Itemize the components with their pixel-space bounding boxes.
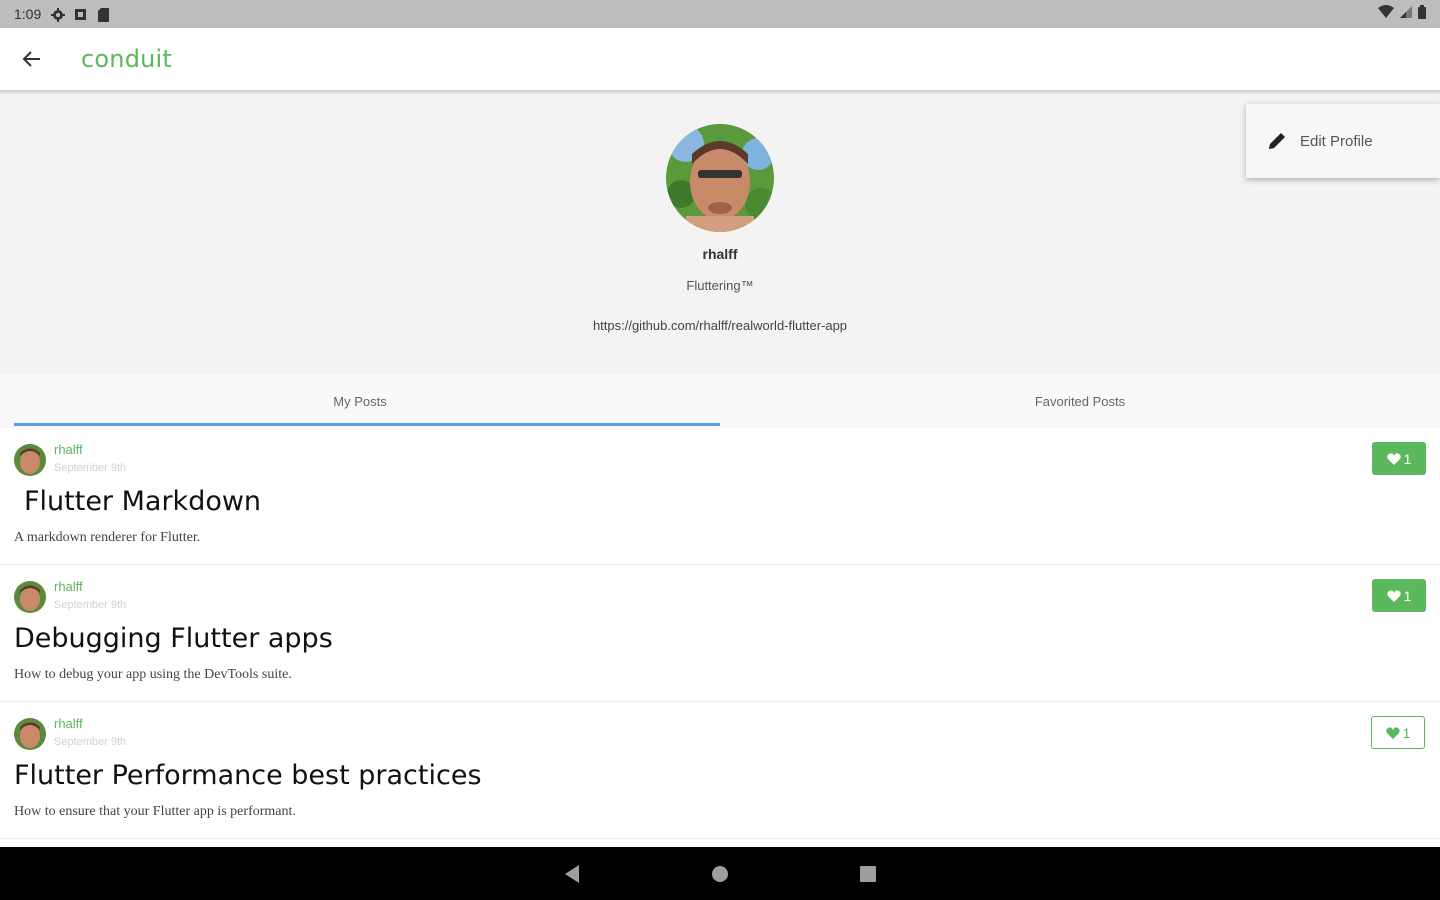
status-bar-right bbox=[1378, 4, 1426, 24]
post-title[interactable]: Debugging Flutter apps bbox=[14, 623, 333, 654]
post-card[interactable]: rhalff September 9th 1 Debugging Flutter… bbox=[0, 565, 1440, 702]
author-avatar[interactable] bbox=[14, 718, 46, 750]
app-title: conduit bbox=[81, 45, 173, 73]
heart-icon bbox=[1386, 452, 1401, 465]
post-date: September 9th bbox=[54, 736, 127, 748]
author-name[interactable]: rhalff bbox=[54, 716, 83, 731]
favorite-count: 1 bbox=[1402, 724, 1411, 741]
battery-icon bbox=[1418, 4, 1426, 24]
app-bar: conduit bbox=[0, 28, 1440, 92]
settings-gear-icon bbox=[51, 7, 66, 22]
tab-my-posts[interactable]: My Posts bbox=[0, 374, 720, 428]
favorite-button[interactable]: 1 bbox=[1372, 579, 1426, 612]
author-name[interactable]: rhalff bbox=[54, 579, 83, 594]
author-avatar[interactable] bbox=[14, 581, 46, 613]
profile-avatar bbox=[666, 124, 774, 232]
heart-icon bbox=[1385, 726, 1400, 739]
status-time: 1:09 bbox=[14, 6, 42, 22]
post-title[interactable]: Flutter Markdown bbox=[24, 486, 261, 517]
home-circle-icon bbox=[712, 865, 728, 882]
post-card[interactable]: rhalff September 9th 1 Flutter Performan… bbox=[0, 702, 1440, 839]
nav-back-button[interactable] bbox=[556, 858, 588, 890]
edit-profile-menu-item[interactable]: Edit Profile bbox=[1246, 104, 1440, 178]
system-nav-bar bbox=[0, 847, 1440, 900]
cell-signal-icon bbox=[1400, 5, 1412, 23]
tab-label: My Posts bbox=[333, 393, 387, 409]
favorite-button[interactable]: 1 bbox=[1372, 442, 1426, 475]
favorite-count: 1 bbox=[1403, 450, 1412, 467]
post-description: How to debug your app using the DevTools… bbox=[14, 667, 292, 682]
tab-label: Favorited Posts bbox=[1034, 393, 1126, 409]
post-date: September 9th bbox=[54, 462, 127, 474]
sd-card-icon bbox=[97, 7, 110, 22]
favorite-count: 1 bbox=[1403, 587, 1412, 604]
arrow-back-icon bbox=[22, 51, 40, 67]
profile-username: rhalff bbox=[702, 246, 738, 262]
profile-header: rhalff Fluttering™ https://github.com/rh… bbox=[0, 92, 1440, 374]
post-card[interactable]: rhalff September 9th 1 Flutter Markdown … bbox=[0, 428, 1440, 565]
post-date: September 9th bbox=[54, 599, 127, 611]
author-name[interactable]: rhalff bbox=[54, 442, 83, 457]
post-description: A markdown renderer for Flutter. bbox=[14, 530, 201, 545]
sim-icon bbox=[74, 8, 87, 21]
recents-square-icon bbox=[860, 865, 876, 882]
tab-favorited-posts[interactable]: Favorited Posts bbox=[720, 374, 1440, 428]
profile-bio: Fluttering™ bbox=[686, 278, 754, 293]
author-avatar[interactable] bbox=[14, 444, 46, 476]
back-button[interactable] bbox=[0, 27, 64, 91]
nav-home-button[interactable] bbox=[704, 858, 736, 890]
profile-tabs: My Posts Favorited Posts bbox=[0, 374, 1440, 428]
heart-icon bbox=[1386, 589, 1401, 602]
post-list: rhalff September 9th 1 Flutter Markdown … bbox=[0, 428, 1440, 839]
edit-profile-label: Edit Profile bbox=[1300, 132, 1373, 150]
nav-recents-button[interactable] bbox=[852, 858, 884, 890]
status-bar-left: 1:09 bbox=[14, 6, 110, 22]
post-title[interactable]: Flutter Performance best practices bbox=[14, 760, 482, 791]
back-triangle-icon bbox=[565, 864, 579, 883]
favorite-button[interactable]: 1 bbox=[1371, 716, 1425, 749]
pencil-icon bbox=[1269, 133, 1285, 149]
status-bar: 1:09 bbox=[0, 0, 1440, 28]
wifi-icon bbox=[1378, 5, 1394, 23]
post-description: How to ensure that your Flutter app is p… bbox=[14, 804, 296, 819]
profile-link[interactable]: https://github.com/rhalff/realworld-flut… bbox=[0, 318, 1440, 333]
